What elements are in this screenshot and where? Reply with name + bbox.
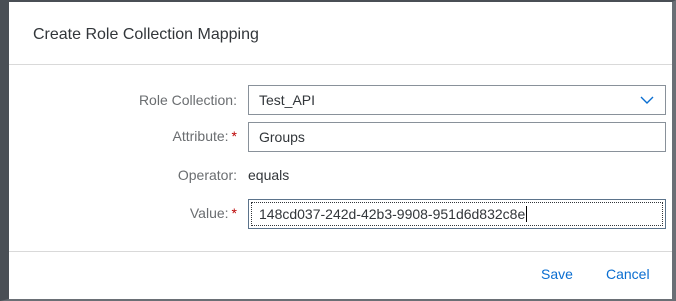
role-collection-value: Test_API (259, 92, 316, 108)
operator-label: Operator: (9, 167, 237, 183)
cancel-button[interactable]: Cancel (606, 266, 650, 282)
dialog-header: Create Role Collection Mapping (9, 2, 672, 65)
attribute-input[interactable]: Groups (248, 122, 666, 152)
value-text-content: 148cd037-242d-42b3-9908-951d6d832c8e (259, 206, 526, 222)
text-caret (526, 206, 528, 222)
attribute-label-text: Attribute: (172, 128, 229, 144)
required-marker: * (231, 128, 237, 144)
attribute-label: Attribute: * (9, 128, 237, 144)
chevron-down-icon[interactable] (639, 93, 655, 107)
dialog-title: Create Role Collection Mapping (33, 26, 259, 43)
create-role-collection-mapping-dialog: Create Role Collection Mapping Role Coll… (9, 2, 672, 299)
role-collection-label: Role Collection: (9, 92, 237, 108)
save-button[interactable]: Save (541, 266, 573, 282)
required-marker: * (231, 205, 237, 221)
attribute-value: Groups (259, 129, 305, 145)
role-collection-select[interactable]: Test_API (248, 85, 666, 115)
value-label: Value: * (9, 205, 237, 221)
operator-value: equals (248, 167, 290, 183)
role-collection-label-text: Role Collection: (138, 92, 237, 108)
value-text: 148cd037-242d-42b3-9908-951d6d832c8e (259, 206, 528, 222)
dialog-footer: Save Cancel (9, 251, 672, 299)
value-label-text: Value: (189, 205, 229, 221)
operator-label-text: Operator: (177, 167, 237, 183)
value-input[interactable]: 148cd037-242d-42b3-9908-951d6d832c8e (248, 199, 666, 229)
